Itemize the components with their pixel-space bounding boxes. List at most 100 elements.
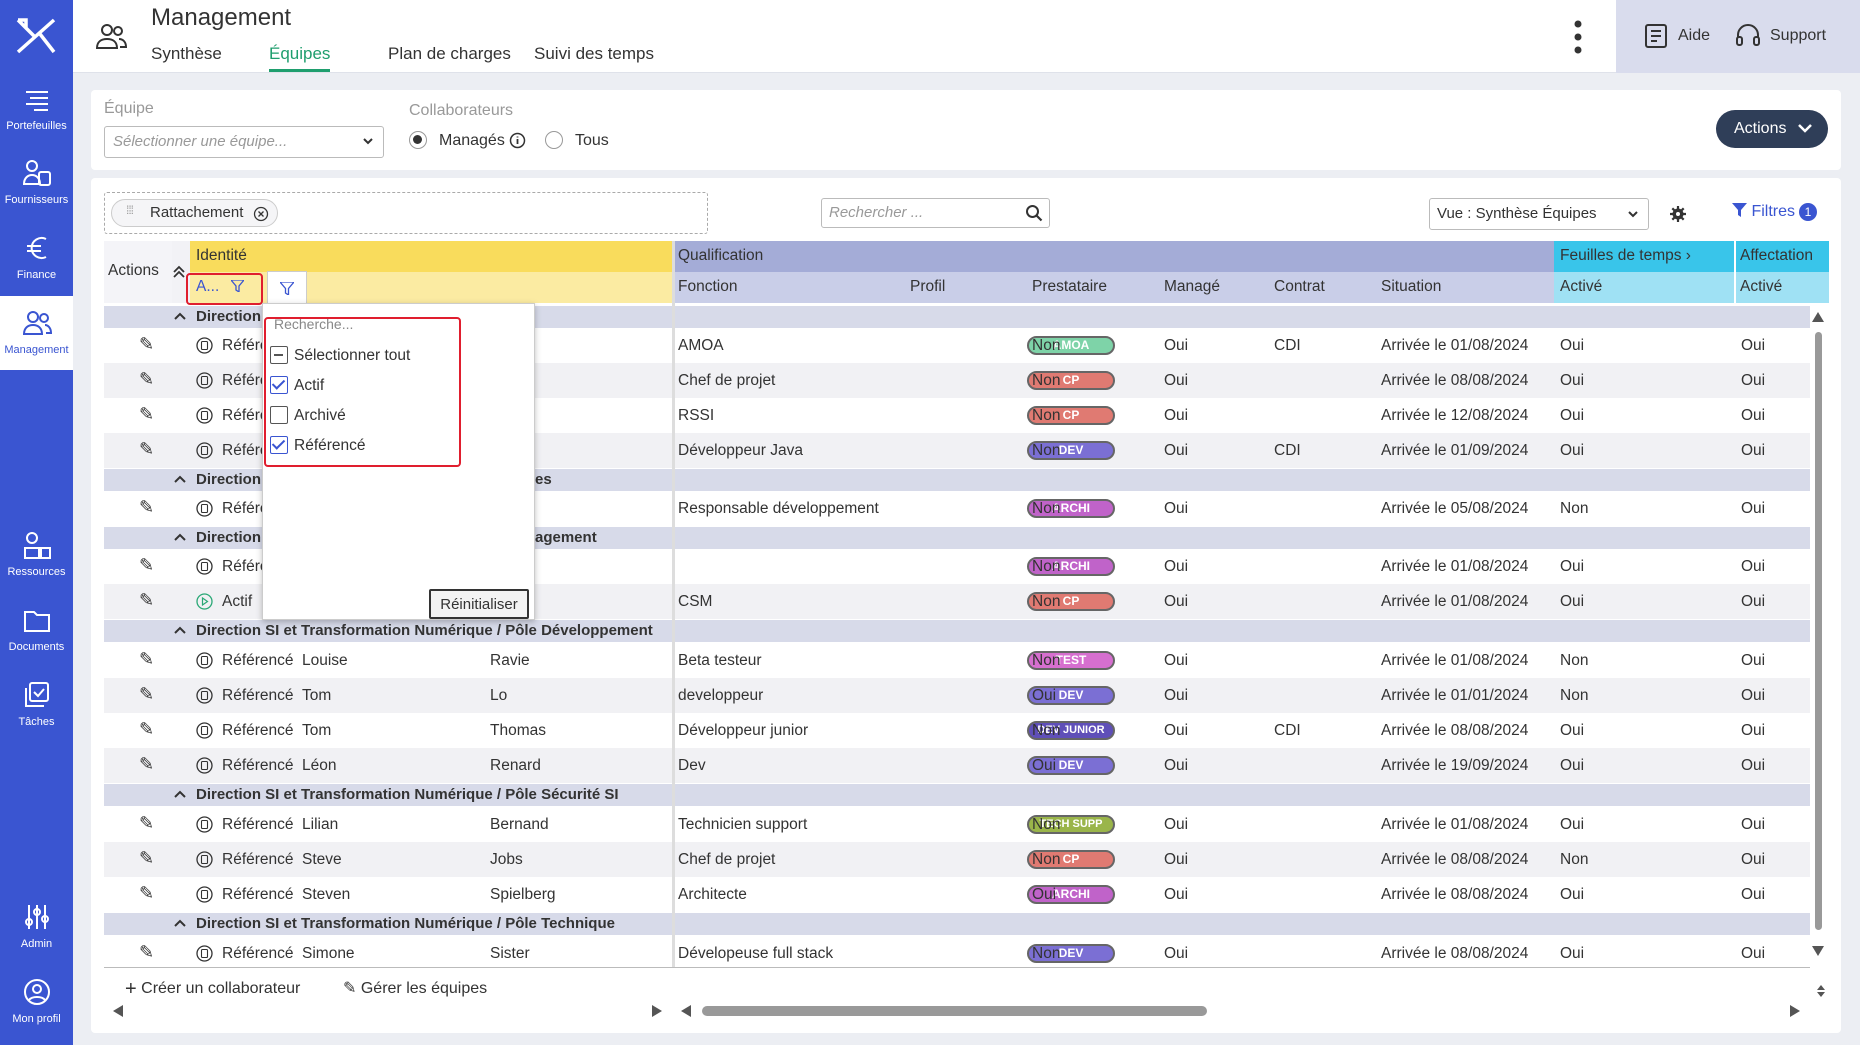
sidebar-item-mon-profil[interactable]: Mon profil (0, 965, 73, 1039)
edit-pencil-icon[interactable]: ✎ (139, 719, 154, 740)
radio-tous[interactable] (545, 131, 563, 149)
plus-icon: + (125, 978, 137, 1000)
search-icon[interactable] (1025, 204, 1043, 222)
radio-manages[interactable] (409, 131, 427, 149)
referenced-status-icon (196, 652, 213, 669)
group-row[interactable]: Direction SI et Transformation Numérique… (104, 784, 1810, 806)
group-row[interactable]: Direction SI et Transformation Numérique… (104, 620, 1810, 642)
table-row[interactable]: ✎ Référencé Lilian Bernand Technicien suppor… (104, 807, 1810, 842)
edit-pencil-icon[interactable]: ✎ (139, 369, 154, 390)
edit-pencil-icon[interactable]: ✎ (139, 848, 154, 869)
chevron-up-icon[interactable] (174, 530, 186, 542)
table-row[interactable]: ✎ Référencé Tom Lo developpeur DEV Oui Oui Arriv… (104, 678, 1810, 713)
edit-pencil-icon[interactable]: ✎ (139, 883, 154, 904)
gear-icon[interactable] (1669, 205, 1687, 223)
col-feuilles[interactable]: Feuilles de temps › (1556, 241, 1695, 271)
table-row[interactable]: ✎ Référencé Léon Renard Dev DEV Oui Oui Arrivée … (104, 748, 1810, 783)
reset-filter-button[interactable]: Réinitialiser (429, 589, 529, 619)
edit-pencil-icon[interactable]: ✎ (139, 334, 154, 355)
tab-suivi-des-temps[interactable]: Suivi des temps (534, 44, 654, 72)
chevron-down-icon (363, 138, 373, 145)
edit-pencil-icon[interactable]: ✎ (139, 649, 154, 670)
sidebar-item-finance[interactable]: Finance (0, 221, 73, 295)
help-button[interactable]: Aide (1642, 22, 1710, 50)
edit-pencil-icon[interactable]: ✎ (139, 813, 154, 834)
equipe-select[interactable]: Sélectionner une équipe... (104, 126, 384, 158)
filters-count-badge: 1 (1799, 203, 1818, 221)
edit-pencil-icon[interactable]: ✎ (139, 439, 154, 460)
group-by-zone[interactable]: ⁞⁞⁞ Rattachement (104, 192, 708, 234)
scroll-updown-icon[interactable] (1817, 985, 1825, 997)
edit-pencil-icon[interactable]: ✎ (139, 754, 154, 775)
scroll-up-icon[interactable] (1812, 312, 1824, 322)
cell-contrat: CDI (1274, 722, 1301, 739)
cell-firstname: Léon (302, 757, 337, 774)
scroll-right-icon[interactable] (1790, 1005, 1800, 1017)
table-row[interactable]: ✎ Référencé Steve Jobs Chef de projet CP Non Ou… (104, 842, 1810, 877)
sidebar-item-fournisseurs[interactable]: Fournisseurs (0, 146, 73, 220)
referenced-status-icon (196, 886, 213, 903)
scroll-left-icon[interactable] (681, 1005, 691, 1017)
filters-button[interactable]: Filtres 1 (1732, 203, 1818, 221)
sidebar-item-admin[interactable]: Admin (0, 890, 73, 964)
manage-teams-button[interactable]: ✎ Gérer les équipes (343, 978, 487, 998)
scroll-right-icon[interactable] (652, 1005, 662, 1017)
chevron-up-icon[interactable] (174, 309, 186, 321)
sidebar-item-management[interactable]: Management (0, 296, 73, 370)
tab-synthèse[interactable]: Synthèse (151, 44, 222, 72)
drag-handle-icon[interactable]: ⁞⁞⁞ (126, 203, 134, 217)
scroll-down-icon[interactable] (1812, 946, 1824, 956)
chevron-up-icon[interactable] (174, 623, 186, 635)
table-row[interactable]: ✎ Référencé Louise Ravie Beta testeur TEST Non… (104, 643, 1810, 678)
chevron-up-icon[interactable] (174, 787, 186, 799)
sidebar-item-tâches[interactable]: Tâches (0, 668, 73, 742)
col-identite: Identité (196, 247, 247, 264)
cell-fonction: developpeur (678, 687, 764, 704)
sidebar-item-label: Fournisseurs (4, 194, 69, 206)
edit-pencil-icon[interactable]: ✎ (139, 942, 154, 963)
sidebar-item-label: Finance (16, 269, 57, 281)
pinned-divider (672, 241, 675, 968)
app-logo[interactable] (14, 16, 58, 56)
tab-équipes[interactable]: Équipes (269, 44, 331, 72)
popup-filter-tab[interactable] (267, 271, 307, 303)
cell-manage: Oui (1164, 722, 1189, 739)
support-button[interactable]: Support (1734, 22, 1826, 50)
edit-pencil-icon[interactable]: ✎ (139, 590, 154, 611)
cell-lastname: Renard (490, 757, 541, 774)
table-row[interactable]: ✎ Référencé Tom Thomas Développeur junior DEV… (104, 713, 1810, 748)
edit-pencil-icon[interactable]: ✎ (139, 555, 154, 576)
chevron-up-icon[interactable] (174, 472, 186, 484)
group-chip-rattachement[interactable]: ⁞⁞⁞ Rattachement (111, 199, 279, 227)
actions-button[interactable]: Actions (1716, 110, 1828, 148)
edit-pencil-icon[interactable]: ✎ (139, 404, 154, 425)
remove-chip-icon[interactable] (253, 206, 269, 222)
sidebar-item-documents[interactable]: Documents (0, 593, 73, 667)
table-row[interactable]: ✎ Référencé Simone Sister Dévelopeuse full s… (104, 936, 1810, 971)
view-select[interactable]: Vue : Synthèse Équipes (1429, 198, 1649, 230)
table-row[interactable]: ✎ Référencé Steven Spielberg Architecte ARCHI… (104, 877, 1810, 912)
sidebar-item-ressources[interactable]: Ressources (0, 518, 73, 592)
col-contrat: Contrat (1274, 278, 1325, 295)
book-icon (1645, 24, 1667, 48)
more-options-icon[interactable] (1573, 20, 1583, 54)
cell-affectation-active: Oui (1741, 593, 1766, 610)
create-collaborator-button[interactable]: + Créer un collaborateur (125, 978, 300, 1001)
chevron-up-icon[interactable] (174, 916, 186, 928)
scroll-left-icon[interactable] (113, 1005, 123, 1017)
profile-icon (23, 979, 50, 1005)
vertical-scrollbar-thumb[interactable] (1815, 332, 1822, 930)
tab-plan-de-charges[interactable]: Plan de charges (388, 44, 511, 72)
edit-pencil-icon[interactable]: ✎ (139, 684, 154, 705)
cell-fonction: Responsable développement (678, 500, 879, 517)
cell-affectation-active: Oui (1741, 851, 1766, 868)
cell-firstname: Tom (302, 687, 332, 704)
horizontal-scrollbar-thumb[interactable] (702, 1006, 1207, 1016)
group-row[interactable]: Direction SI et Transformation Numérique… (104, 913, 1810, 935)
info-icon[interactable] (509, 132, 526, 149)
sidebar-item-portefeuilles[interactable]: Portefeuilles (0, 72, 73, 146)
grid-search-input[interactable]: Rechercher ... (821, 198, 1050, 228)
collapse-all-icon[interactable] (172, 265, 186, 279)
cell-prestataire: Non (1032, 945, 1061, 962)
edit-pencil-icon[interactable]: ✎ (139, 497, 154, 518)
